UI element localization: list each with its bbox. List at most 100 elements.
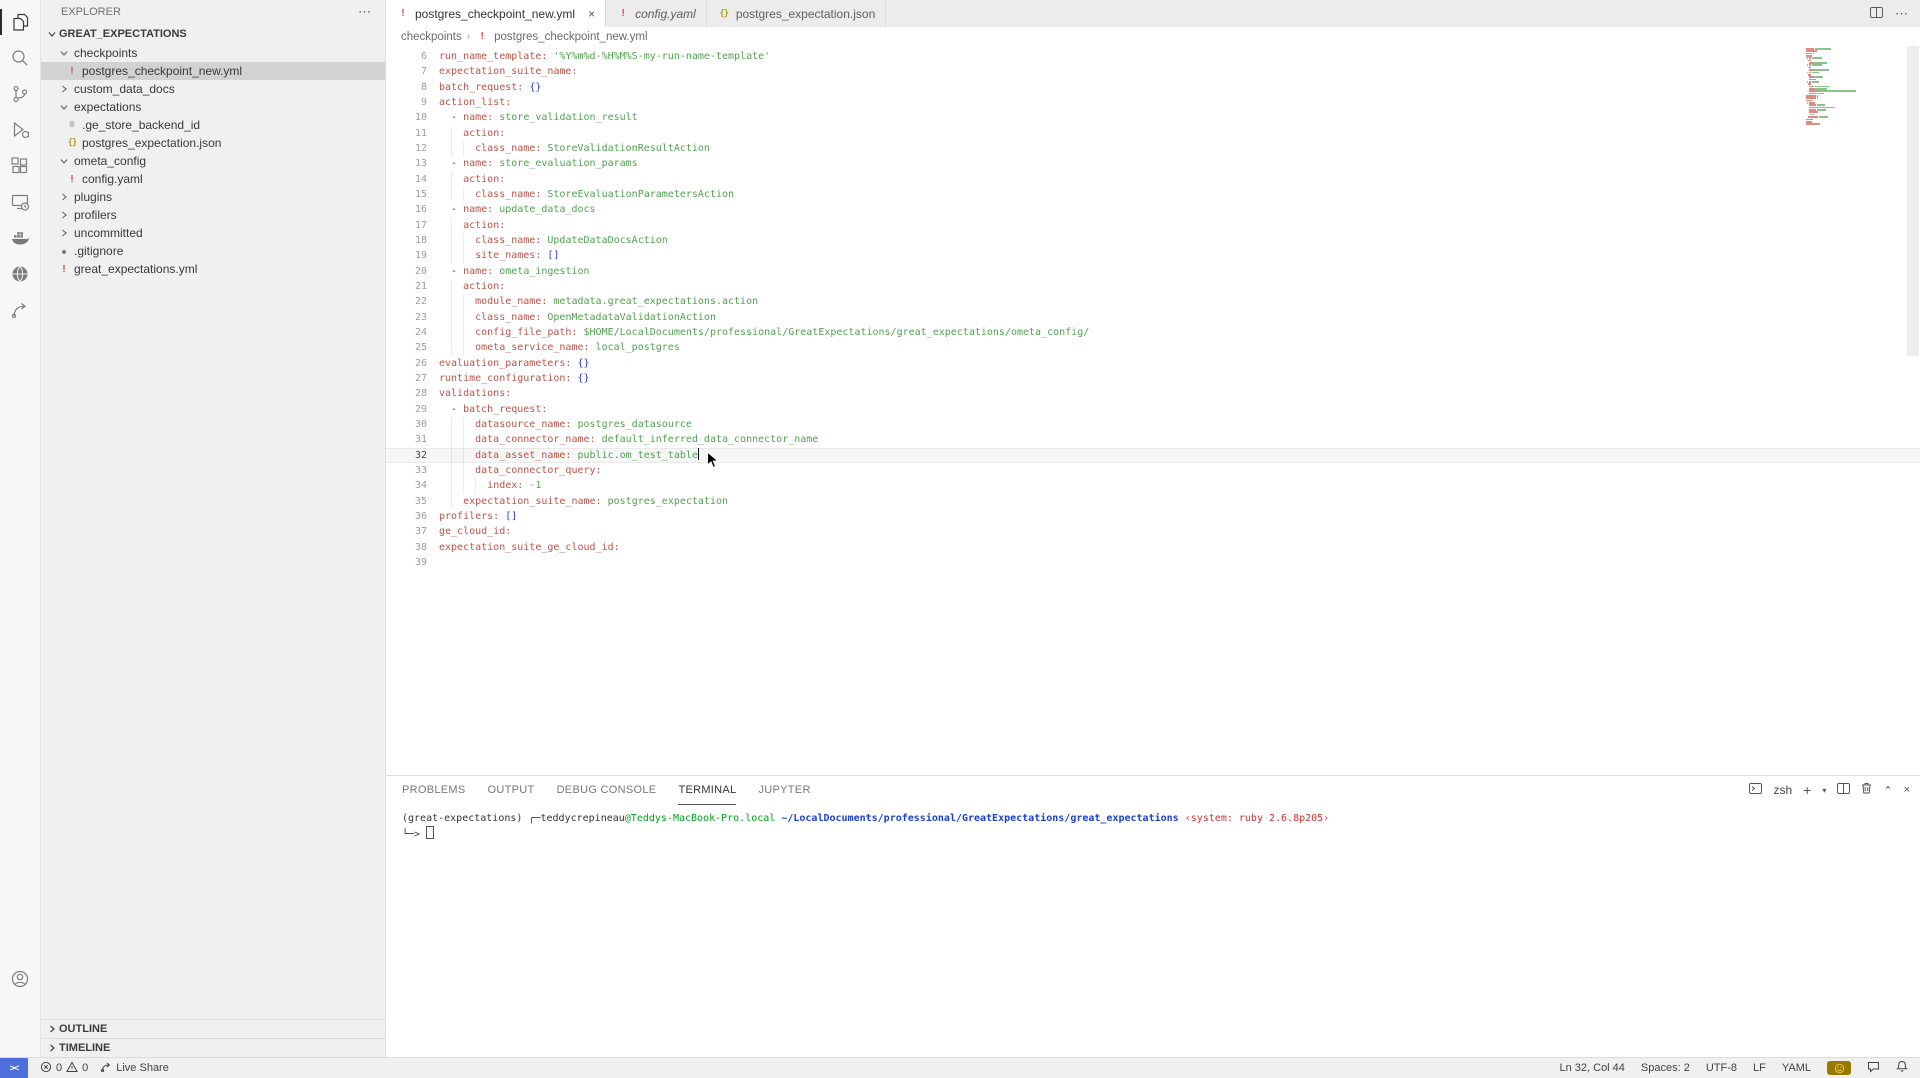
panel-tab-jupyter[interactable]: JUPYTER	[758, 776, 810, 805]
extension-badge[interactable]	[1827, 1061, 1851, 1075]
code-line[interactable]: 35 expectation_suite_name: postgres_expe…	[386, 494, 1920, 509]
code-line[interactable]: 36profilers: []	[386, 509, 1920, 524]
code-line[interactable]: 30 datasource_name: postgres_datasource	[386, 417, 1920, 432]
terminal-output[interactable]: (great-expectations) ┌─teddycrepineau@Te…	[386, 804, 1920, 842]
docker-icon[interactable]	[0, 220, 40, 256]
code-line[interactable]: 15 class_name: StoreEvaluationParameters…	[386, 187, 1920, 202]
remote-indicator[interactable]: ><	[0, 1058, 28, 1078]
live-share-status[interactable]: Live Share	[100, 1061, 169, 1076]
code-line[interactable]: 14 action:	[386, 172, 1920, 187]
maximize-panel-icon[interactable]: ⌃	[1883, 784, 1892, 797]
workspace-root[interactable]: GREAT_EXPECTATIONS	[41, 24, 385, 44]
code-line[interactable]: 33 data_connector_query:	[386, 463, 1920, 478]
close-panel-icon[interactable]: ×	[1904, 784, 1910, 796]
encoding[interactable]: UTF-8	[1706, 1062, 1737, 1074]
tree-item[interactable]: ◆.gitignore	[41, 242, 385, 260]
code-line[interactable]: 27runtime_configuration: {}	[386, 371, 1920, 386]
code-line[interactable]: 37ge_cloud_id:	[386, 524, 1920, 539]
shell-label[interactable]: zsh	[1773, 783, 1792, 797]
indentation[interactable]: Spaces: 2	[1641, 1062, 1690, 1074]
panel-tab-problems[interactable]: PROBLEMS	[402, 776, 466, 805]
tree-item[interactable]: ≡.ge_store_backend_id	[41, 116, 385, 134]
tree-item[interactable]: plugins	[41, 188, 385, 206]
code-line[interactable]: 12 class_name: StoreValidationResultActi…	[386, 141, 1920, 156]
code-line[interactable]: 9action_list:	[386, 95, 1920, 110]
code-line[interactable]: 13 - name: store_evaluation_params	[386, 156, 1920, 171]
code-editor[interactable]: 6run_name_template: '%Y%m%d-%H%M%S-my-ru…	[386, 46, 1920, 775]
code-line[interactable]: 16 - name: update_data_docs	[386, 202, 1920, 217]
tab-config.yaml[interactable]: !config.yaml	[606, 0, 707, 27]
extensions-icon[interactable]	[0, 148, 40, 184]
tab-postgres_expectation.json[interactable]: {}postgres_expectation.json	[707, 0, 886, 27]
tab-postgres_checkpoint_new.yml[interactable]: !postgres_checkpoint_new.yml×	[386, 0, 606, 27]
breadcrumb-folder[interactable]: checkpoints	[401, 31, 462, 43]
code-line[interactable]: 38expectation_suite_ge_cloud_id:	[386, 540, 1920, 555]
code-line[interactable]: 20 - name: ometa_ingestion	[386, 264, 1920, 279]
code-line[interactable]: 34 index: -1	[386, 478, 1920, 493]
search-icon[interactable]	[0, 40, 40, 76]
code-line[interactable]: 11 action:	[386, 126, 1920, 141]
tree-item[interactable]: !great_expectations.yml	[41, 260, 385, 278]
line-number: 7	[386, 64, 439, 79]
code-line[interactable]: 6run_name_template: '%Y%m%d-%H%M%S-my-ru…	[386, 49, 1920, 64]
code-line[interactable]: 29 - batch_request:	[386, 402, 1920, 417]
panel-tab-terminal[interactable]: TERMINAL	[678, 776, 736, 805]
code-line[interactable]: 8batch_request: {}	[386, 80, 1920, 95]
code-line[interactable]: 19 site_names: []	[386, 248, 1920, 263]
cursor-position[interactable]: Ln 32, Col 44	[1559, 1062, 1624, 1074]
panel-tab-debug-console[interactable]: DEBUG CONSOLE	[557, 776, 657, 805]
terminal-dropdown-icon[interactable]: ▾	[1822, 786, 1826, 795]
code-line[interactable]: 31 data_connector_name: default_inferred…	[386, 432, 1920, 447]
more-actions-icon[interactable]: ⋯	[358, 4, 371, 20]
tree-item[interactable]: !config.yaml	[41, 170, 385, 188]
code-line[interactable]: 23 class_name: OpenMetadataValidationAct…	[386, 310, 1920, 325]
code-line[interactable]: 17 action:	[386, 218, 1920, 233]
tree-item[interactable]: profilers	[41, 206, 385, 224]
code-line[interactable]: 7expectation_suite_name:	[386, 64, 1920, 79]
notifications-bell-icon[interactable]	[1896, 1060, 1908, 1076]
code-line[interactable]: 25 ometa_service_name: local_postgres	[386, 340, 1920, 355]
tree-item[interactable]: {}postgres_expectation.json	[41, 134, 385, 152]
code-line[interactable]: 21 action:	[386, 279, 1920, 294]
tree-item[interactable]: uncommitted	[41, 224, 385, 242]
explorer-icon[interactable]	[0, 4, 40, 40]
code-line[interactable]: 10 - name: store_validation_result	[386, 110, 1920, 125]
globe-icon[interactable]	[0, 256, 40, 292]
close-icon[interactable]: ×	[588, 7, 595, 21]
code-line[interactable]: 24 config_file_path: $HOME/LocalDocument…	[386, 325, 1920, 340]
source-control-icon[interactable]	[0, 76, 40, 112]
workspace-root-label: GREAT_EXPECTATIONS	[59, 28, 187, 40]
code-line[interactable]: 28validations:	[386, 386, 1920, 401]
tree-item[interactable]: custom_data_docs	[41, 80, 385, 98]
feedback-icon[interactable]	[1867, 1061, 1880, 1076]
tree-item[interactable]: expectations	[41, 98, 385, 116]
panel-tab-output[interactable]: OUTPUT	[488, 776, 535, 805]
code-line[interactable]: 39	[386, 555, 1920, 570]
code-line[interactable]: 32 data_asset_name: public.om_test_table	[386, 448, 1920, 463]
language-mode[interactable]: YAML	[1782, 1062, 1811, 1074]
split-terminal-icon[interactable]	[1837, 781, 1850, 799]
tree-item[interactable]: checkpoints	[41, 44, 385, 62]
outline-section[interactable]: OUTLINE	[41, 1019, 385, 1038]
code-line[interactable]: 18 class_name: UpdateDataDocsAction	[386, 233, 1920, 248]
remote-explorer-icon[interactable]	[0, 184, 40, 220]
scrollbar-thumb[interactable]	[1907, 46, 1919, 356]
indent-guide	[463, 248, 464, 263]
account-icon[interactable]	[0, 961, 40, 997]
tab-label: postgres_checkpoint_new.yml	[415, 7, 575, 21]
tree-item[interactable]: ometa_config	[41, 152, 385, 170]
code-line[interactable]: 26evaluation_parameters: {}	[386, 356, 1920, 371]
kill-terminal-icon[interactable]	[1861, 781, 1872, 799]
problems-status[interactable]: 0 0	[40, 1061, 88, 1076]
new-terminal-icon[interactable]: +	[1803, 782, 1811, 798]
more-actions-icon[interactable]: ⋯	[1895, 6, 1908, 22]
breadcrumb-file[interactable]: postgres_checkpoint_new.yml	[494, 31, 647, 43]
eol-sequence[interactable]: LF	[1753, 1062, 1766, 1074]
timeline-section[interactable]: TIMELINE	[41, 1038, 385, 1057]
live-share-icon[interactable]	[0, 292, 40, 328]
run-debug-icon[interactable]	[0, 112, 40, 148]
indent-guide	[451, 187, 452, 202]
split-editor-icon[interactable]	[1870, 5, 1883, 23]
tree-item[interactable]: !postgres_checkpoint_new.yml	[41, 62, 385, 80]
code-line[interactable]: 22 module_name: metadata.great_expectati…	[386, 294, 1920, 309]
